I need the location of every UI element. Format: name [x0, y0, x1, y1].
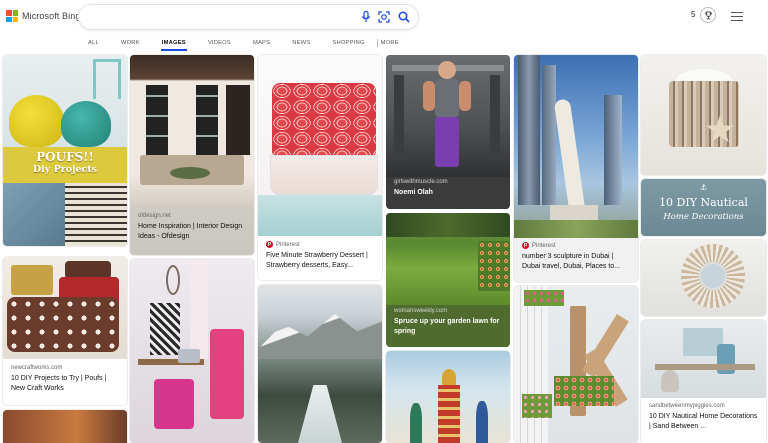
result-image	[3, 257, 127, 359]
anchor-icon: ⚓	[699, 183, 708, 192]
result-image	[3, 410, 127, 443]
result-image	[386, 55, 510, 177]
result-source: Pinterest	[276, 241, 300, 248]
result-source: girlswithmuscle.com	[394, 179, 448, 185]
result-image	[514, 286, 638, 443]
tab-maps[interactable]: MAPS	[253, 40, 270, 46]
result-title[interactable]: number 3 sculpture in Dubai | Dubai trav…	[522, 252, 632, 272]
banner-title: 10 DIY Nautical	[659, 196, 748, 209]
result-source: ofdesign.net	[138, 213, 171, 219]
result-title[interactable]: 10 DIY Projects to Try | Poufs | New Cra…	[11, 374, 121, 394]
result-image	[386, 213, 510, 305]
result-image	[258, 285, 382, 443]
microsoft-logo-icon	[6, 10, 18, 22]
result-cathedral[interactable]	[386, 351, 510, 443]
visual-search-icon[interactable]	[377, 10, 391, 24]
result-driftwood-candle[interactable]	[641, 55, 766, 175]
result-dubai-sculpture[interactable]: P Pinterest number 3 sculpture in Dubai …	[514, 55, 638, 282]
result-image	[386, 351, 510, 443]
tab-news[interactable]: NEWS	[292, 40, 310, 46]
result-source: Pinterest	[532, 242, 556, 249]
result-newcraftworks[interactable]: newcraftworks.com 10 DIY Projects to Try…	[3, 257, 127, 405]
result-image	[258, 55, 382, 236]
overlay-title: POUFS!!	[36, 150, 94, 164]
result-garden-lawn[interactable]: womansweekly.com Spruce up your garden l…	[386, 213, 510, 347]
bing-logo[interactable]: Microsoft Bing	[6, 10, 80, 22]
navigation-tabs: ALL WORK IMAGES VIDEOS MAPS NEWS SHOPPIN…	[88, 39, 399, 51]
tab-all[interactable]: ALL	[88, 40, 99, 46]
result-image	[641, 55, 766, 175]
result-title[interactable]: Spruce up your garden lawn for spring	[394, 317, 504, 337]
result-noemi-olah[interactable]: girlswithmuscle.com Noemi Olah	[386, 55, 510, 209]
tab-more[interactable]: MORE	[376, 39, 399, 47]
result-title[interactable]: Noemi Olah	[394, 188, 504, 198]
result-column1-bottom[interactable]	[3, 410, 127, 443]
result-source: sandbetweenmypiggies.com	[649, 403, 725, 409]
logo-text: Microsoft Bing	[22, 11, 81, 21]
tab-work[interactable]: WORK	[121, 40, 140, 46]
result-source: newcraftworks.com	[11, 365, 63, 371]
search-box[interactable]	[79, 5, 418, 29]
result-source: womansweekly.com	[394, 308, 448, 314]
result-sandbetweenmypiggies[interactable]: sandbetweenmypiggies.com 10 DIY Nautical…	[641, 320, 766, 443]
search-icon[interactable]	[397, 10, 411, 24]
result-pink-chairs[interactable]	[130, 259, 254, 443]
result-image	[641, 240, 766, 316]
result-title[interactable]: Five Minute Strawberry Dessert | Strawbe…	[266, 251, 376, 271]
result-image	[514, 55, 638, 238]
result-title[interactable]: Home Inspiration | Interior Design Ideas…	[138, 222, 248, 242]
banner-subtitle: Home Decorations	[663, 212, 744, 222]
microphone-icon[interactable]	[359, 10, 373, 24]
overlay-subtitle: Diy Projects	[32, 164, 98, 175]
result-image	[130, 259, 254, 443]
result-mountain-stream[interactable]	[258, 285, 382, 443]
result-nautical-banner[interactable]: ⚓ 10 DIY Nautical Home Decorations	[641, 179, 766, 236]
search-input[interactable]	[91, 9, 351, 25]
more-divider	[376, 39, 378, 47]
result-sunburst-mirror[interactable]	[641, 240, 766, 316]
menu-icon[interactable]	[731, 12, 743, 24]
tab-images[interactable]: IMAGES	[160, 40, 187, 51]
result-ofdesign[interactable]: ofdesign.net Home Inspiration | Interior…	[130, 55, 254, 255]
result-title[interactable]: 10 DIY Nautical Home Decorations | Sand …	[649, 412, 760, 432]
pinterest-icon: P	[266, 241, 273, 248]
result-letter-k-planter[interactable]	[514, 286, 638, 443]
tab-shopping[interactable]: SHOPPING	[332, 40, 364, 46]
pinterest-icon: P	[522, 242, 529, 249]
rewards-count[interactable]: 5	[691, 10, 695, 19]
result-strawberry-dessert[interactable]: P Pinterest Five Minute Strawberry Desse…	[258, 55, 382, 280]
more-label: MORE	[380, 40, 399, 46]
rewards-trophy-icon[interactable]	[700, 7, 716, 23]
result-poufs-diy[interactable]: POUFS!! Diy Projects	[3, 55, 127, 246]
result-image	[641, 320, 766, 398]
tab-videos[interactable]: VIDEOS	[208, 40, 231, 46]
